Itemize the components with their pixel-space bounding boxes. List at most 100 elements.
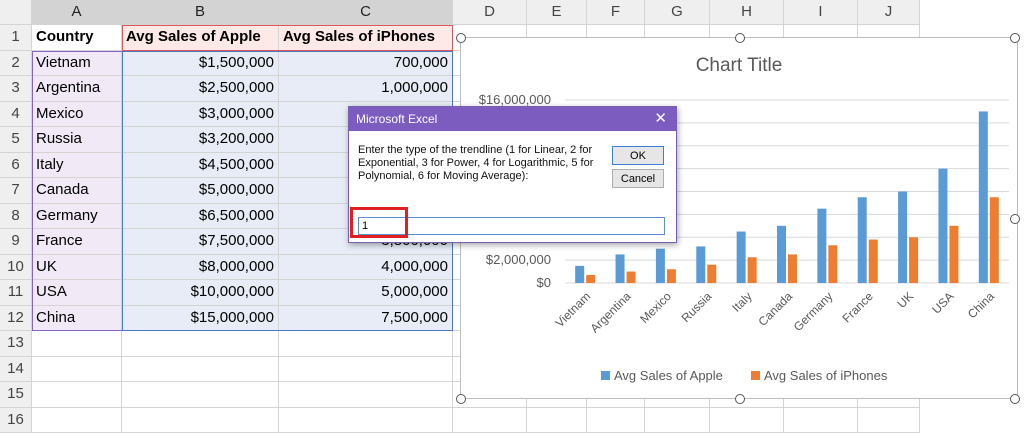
column-header-g[interactable]: G — [645, 0, 710, 25]
row-header-12[interactable]: 12 — [0, 306, 32, 332]
dialog-title: Microsoft Excel — [356, 112, 437, 126]
cell-f16[interactable] — [587, 408, 645, 433]
cell-a14[interactable] — [32, 357, 122, 383]
cell-a7[interactable]: Canada — [32, 178, 122, 204]
row-header-5[interactable]: 5 — [0, 127, 32, 153]
cell-c13[interactable] — [279, 331, 453, 357]
cell-b12[interactable]: $15,000,000 — [122, 306, 279, 332]
column-header-i[interactable]: I — [784, 0, 858, 25]
bar-avg-sales-of-apple-usa — [938, 169, 947, 283]
column-header-f[interactable]: F — [587, 0, 645, 25]
row-header-15[interactable]: 15 — [0, 382, 32, 408]
column-header-e[interactable]: E — [527, 0, 587, 25]
resize-handle[interactable] — [456, 33, 466, 43]
cell-b2[interactable]: $1,500,000 — [122, 51, 279, 77]
cell-d16[interactable] — [453, 408, 527, 433]
ok-button[interactable]: OK — [612, 146, 664, 165]
legend-label: Avg Sales of iPhones — [764, 368, 888, 383]
row-header-13[interactable]: 13 — [0, 331, 32, 357]
bar-avg-sales-of-apple-france — [858, 197, 867, 283]
cell-a4[interactable]: Mexico — [32, 102, 122, 128]
close-icon[interactable]: ✕ — [654, 107, 667, 131]
cell-b9[interactable]: $7,500,000 — [122, 229, 279, 255]
cell-b3[interactable]: $2,500,000 — [122, 76, 279, 102]
cell-c16[interactable] — [279, 408, 453, 433]
row-header-10[interactable]: 10 — [0, 255, 32, 281]
column-header-a[interactable]: A — [32, 0, 122, 25]
column-header-b[interactable]: B — [122, 0, 279, 25]
cell-b15[interactable] — [122, 382, 279, 408]
resize-handle[interactable] — [1010, 214, 1020, 224]
resize-handle[interactable] — [1010, 394, 1020, 404]
cell-a12[interactable]: China — [32, 306, 122, 332]
cell-h16[interactable] — [710, 408, 784, 433]
cell-c11[interactable]: 5,000,000 — [279, 280, 453, 306]
bar-avg-sales-of-iphones-uk — [909, 237, 918, 283]
x-tick-label: Italy — [729, 289, 754, 314]
resize-handle[interactable] — [735, 33, 745, 43]
row-header-4[interactable]: 4 — [0, 102, 32, 128]
cell-a2[interactable]: Vietnam — [32, 51, 122, 77]
cell-j16[interactable] — [858, 408, 920, 433]
cell-b4[interactable]: $3,000,000 — [122, 102, 279, 128]
cell-c3[interactable]: 1,000,000 — [279, 76, 453, 102]
cell-b7[interactable]: $5,000,000 — [122, 178, 279, 204]
cell-b11[interactable]: $10,000,000 — [122, 280, 279, 306]
cell-b10[interactable]: $8,000,000 — [122, 255, 279, 281]
select-all-corner[interactable] — [0, 0, 32, 25]
cell-a11[interactable]: USA — [32, 280, 122, 306]
cell-a3[interactable]: Argentina — [32, 76, 122, 102]
cell-e16[interactable] — [527, 408, 587, 433]
cell-b1[interactable]: Avg Sales of Apple — [122, 25, 279, 51]
cell-a8[interactable]: Germany — [32, 204, 122, 230]
column-header-h[interactable]: H — [710, 0, 784, 25]
row-header-7[interactable]: 7 — [0, 178, 32, 204]
cell-i16[interactable] — [784, 408, 858, 433]
cell-c2[interactable]: 700,000 — [279, 51, 453, 77]
row-header-1[interactable]: 1 — [0, 25, 32, 51]
cell-b6[interactable]: $4,500,000 — [122, 153, 279, 179]
cell-b13[interactable] — [122, 331, 279, 357]
cell-b16[interactable] — [122, 408, 279, 433]
row-header-8[interactable]: 8 — [0, 204, 32, 230]
cell-a16[interactable] — [32, 408, 122, 433]
cell-a5[interactable]: Russia — [32, 127, 122, 153]
resize-handle[interactable] — [735, 394, 745, 404]
cell-a10[interactable]: UK — [32, 255, 122, 281]
bar-avg-sales-of-iphones-argentina — [627, 272, 636, 283]
cell-c14[interactable] — [279, 357, 453, 383]
cell-a9[interactable]: France — [32, 229, 122, 255]
resize-handle[interactable] — [1010, 33, 1020, 43]
resize-handle[interactable] — [456, 394, 466, 404]
row-header-2[interactable]: 2 — [0, 51, 32, 77]
cell-c1[interactable]: Avg Sales of iPhones — [279, 25, 453, 51]
cell-a1[interactable]: Country — [32, 25, 122, 51]
x-tick-label: Germany — [791, 289, 836, 334]
highlight-box — [350, 207, 408, 238]
cell-a6[interactable]: Italy — [32, 153, 122, 179]
column-header-j[interactable]: J — [858, 0, 920, 25]
row-header-6[interactable]: 6 — [0, 153, 32, 179]
cell-c12[interactable]: 7,500,000 — [279, 306, 453, 332]
cell-c10[interactable]: 4,000,000 — [279, 255, 453, 281]
chart-title: Chart Title — [696, 55, 783, 76]
cell-b5[interactable]: $3,200,000 — [122, 127, 279, 153]
y-tick-label: $16,000,000 — [479, 92, 551, 107]
bar-avg-sales-of-iphones-china — [990, 197, 999, 283]
column-header-d[interactable]: D — [453, 0, 527, 25]
row-header-14[interactable]: 14 — [0, 357, 32, 383]
cell-c15[interactable] — [279, 382, 453, 408]
row-header-16[interactable]: 16 — [0, 408, 32, 433]
cell-b8[interactable]: $6,500,000 — [122, 204, 279, 230]
cell-g16[interactable] — [645, 408, 710, 433]
cell-a13[interactable] — [32, 331, 122, 357]
cell-a15[interactable] — [32, 382, 122, 408]
bar-avg-sales-of-iphones-germany — [828, 245, 837, 283]
row-header-11[interactable]: 11 — [0, 280, 32, 306]
row-header-9[interactable]: 9 — [0, 229, 32, 255]
column-header-c[interactable]: C — [279, 0, 453, 25]
cancel-button[interactable]: Cancel — [612, 169, 664, 188]
cell-b14[interactable] — [122, 357, 279, 383]
legend-swatch — [601, 371, 610, 380]
row-header-3[interactable]: 3 — [0, 76, 32, 102]
